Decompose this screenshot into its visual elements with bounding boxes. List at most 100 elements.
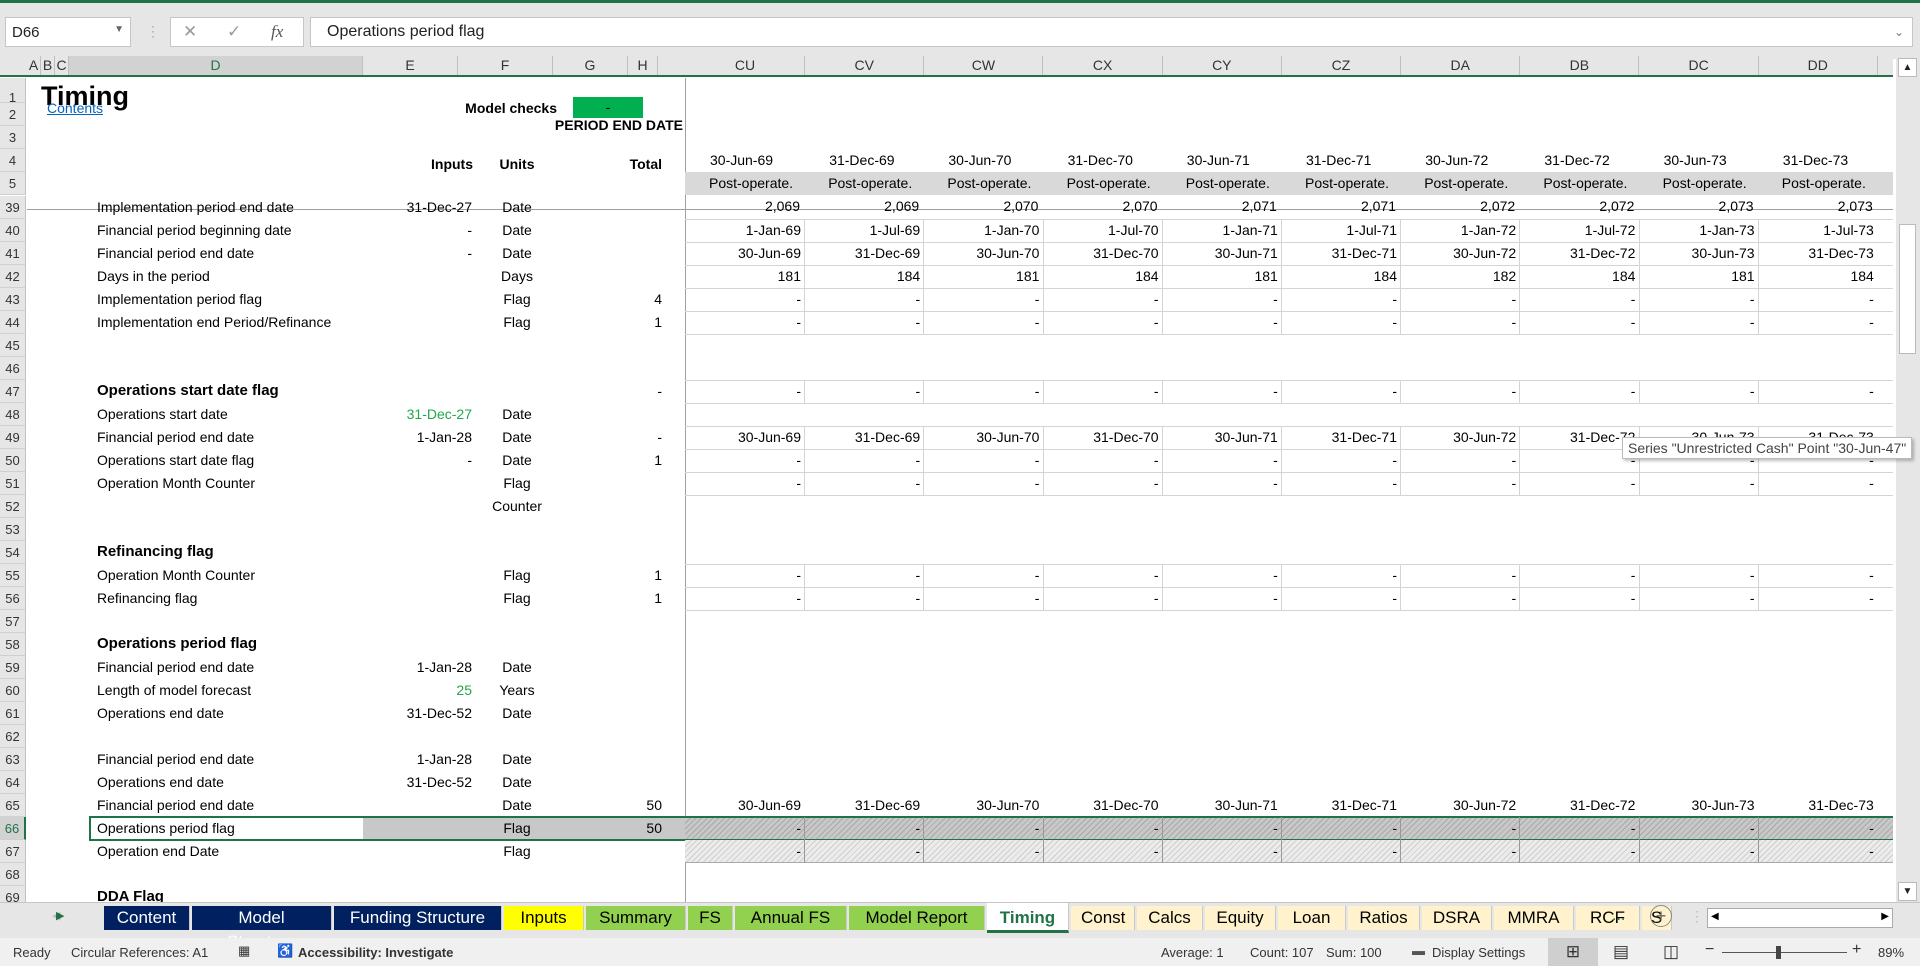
period-value[interactable]: 31-Dec-72	[1519, 426, 1635, 448]
column-header-h[interactable]: H	[628, 56, 658, 75]
sheet-tab-mmra[interactable]: MMRA	[1494, 906, 1574, 930]
period-value[interactable]: -	[1162, 449, 1278, 471]
period-value[interactable]: -	[685, 587, 801, 609]
expand-formula-icon[interactable]: ⌄	[1894, 25, 1904, 39]
period-value[interactable]: 31-Dec-73	[1758, 242, 1873, 264]
period-value[interactable]: -	[1639, 311, 1755, 333]
period-value[interactable]: -	[1400, 564, 1517, 586]
period-value[interactable]: -	[804, 564, 921, 586]
unit-value[interactable]: Date	[467, 403, 567, 425]
sheet-tab-const[interactable]: Const	[1071, 906, 1135, 930]
period-value[interactable]: -	[1043, 817, 1159, 839]
period-value[interactable]: 31-Dec-71	[1281, 242, 1397, 264]
period-value[interactable]: 31-Dec-69	[804, 794, 920, 816]
zoom-in-icon[interactable]: +	[1852, 941, 1861, 959]
grip-icon[interactable]: ⋮	[146, 23, 160, 40]
period-value[interactable]: -	[804, 587, 921, 609]
unit-value[interactable]: Flag	[467, 288, 567, 310]
period-value[interactable]: 184	[1758, 265, 1873, 287]
period-value[interactable]: -	[1281, 587, 1397, 609]
sheet-tab-timing[interactable]: Timing	[987, 903, 1069, 933]
column-header-cy[interactable]: CY	[1162, 56, 1282, 75]
period-value[interactable]: -	[685, 288, 801, 310]
period-value[interactable]: 31-Dec-69	[804, 426, 920, 448]
sheet-tab-inputs[interactable]: Inputs	[504, 906, 584, 930]
period-value[interactable]: 30-Jun-69	[685, 242, 801, 264]
period-value[interactable]: 31-Dec-71	[1281, 426, 1397, 448]
row-label[interactable]: Days in the period	[97, 265, 210, 287]
unit-value[interactable]: Date	[467, 794, 567, 816]
row-label[interactable]: Operation end Date	[97, 840, 219, 862]
row-label[interactable]: Financial period end date	[97, 794, 254, 816]
input-value[interactable]: 1-Jan-28	[367, 426, 472, 448]
period-value[interactable]: -	[923, 472, 1040, 494]
period-value[interactable]: -	[1639, 840, 1755, 862]
period-value[interactable]: -	[1758, 311, 1874, 333]
period-value[interactable]: -	[923, 817, 1040, 839]
period-value[interactable]: -	[1519, 587, 1636, 609]
add-sheet-icon[interactable]: +	[1650, 905, 1672, 927]
accessibility-icon[interactable]: ♿	[277, 943, 293, 959]
period-value[interactable]: -	[1758, 380, 1874, 402]
column-header-d[interactable]: D	[69, 56, 363, 75]
accessibility-status[interactable]: Accessibility: Investigate	[298, 945, 453, 960]
period-value[interactable]: -	[1281, 449, 1397, 471]
period-value[interactable]: -	[923, 288, 1040, 310]
period-value[interactable]: -	[685, 311, 801, 333]
unit-value[interactable]: Date	[467, 449, 567, 471]
more-sheets-indicator[interactable]: ...	[1612, 907, 1625, 925]
unit-value[interactable]: Flag	[467, 564, 567, 586]
sheet-tab-calcs[interactable]: Calcs	[1137, 906, 1203, 930]
zoom-out-icon[interactable]: −	[1705, 941, 1714, 959]
column-header-dc[interactable]: DC	[1639, 56, 1759, 75]
row-header-62[interactable]: 62	[0, 725, 26, 748]
sheet-tab-model-report[interactable]: Model Report	[849, 906, 985, 930]
row-header-48[interactable]: 48	[0, 403, 26, 426]
period-value[interactable]: 1-Jan-72	[1400, 219, 1516, 241]
period-value[interactable]: -	[1639, 472, 1755, 494]
period-value[interactable]: -	[1043, 288, 1159, 310]
row-label[interactable]: Implementation period flag	[97, 288, 262, 310]
unit-value[interactable]: Counter	[467, 495, 567, 517]
period-value[interactable]: 30-Jun-72	[1400, 242, 1516, 264]
period-value[interactable]: -	[1281, 564, 1397, 586]
period-value[interactable]: -	[1519, 449, 1636, 471]
unit-value[interactable]: Date	[467, 219, 567, 241]
period-value[interactable]: -	[1519, 472, 1636, 494]
period-value[interactable]: 30-Jun-69	[685, 794, 801, 816]
period-value[interactable]: -	[923, 587, 1040, 609]
unit-value[interactable]: Flag	[467, 840, 567, 862]
scroll-up-arrow-icon[interactable]: ▲	[1898, 58, 1917, 77]
period-value[interactable]: -	[685, 380, 801, 402]
row-header-50[interactable]: 50	[0, 449, 26, 472]
period-value[interactable]: -	[804, 472, 921, 494]
period-value[interactable]: -	[1162, 472, 1278, 494]
unit-value[interactable]: Date	[467, 242, 567, 264]
row-header-41[interactable]: 41	[0, 242, 26, 265]
column-header-cz[interactable]: CZ	[1282, 56, 1401, 75]
row-header-5[interactable]: 5	[0, 172, 26, 195]
chevron-down-icon[interactable]: ▼	[114, 24, 124, 35]
period-value[interactable]: 30-Jun-71	[1162, 794, 1278, 816]
zoom-slider-thumb[interactable]	[1776, 946, 1781, 959]
period-value[interactable]: -	[1758, 472, 1874, 494]
period-value[interactable]: -	[1519, 817, 1636, 839]
normal-view-icon[interactable]: ⊞	[1548, 938, 1598, 966]
period-value[interactable]: 30-Jun-69	[685, 426, 801, 448]
input-value[interactable]: 31-Dec-52	[367, 702, 472, 724]
row-label[interactable]: Financial period end date	[97, 748, 254, 770]
column-header-c[interactable]: C	[55, 56, 69, 75]
total-value[interactable]: 1	[567, 449, 662, 471]
period-value[interactable]: 181	[685, 265, 801, 287]
period-value[interactable]: -	[1281, 840, 1397, 862]
unit-value[interactable]: Flag	[467, 472, 567, 494]
period-value[interactable]: 31-Dec-70	[1043, 426, 1158, 448]
period-value[interactable]: 30-Jun-72	[1400, 426, 1516, 448]
sheet-tab-content[interactable]: Content	[104, 906, 190, 930]
row-header-42[interactable]: 42	[0, 265, 26, 288]
period-value[interactable]: 30-Jun-73	[1639, 242, 1755, 264]
formula-input[interactable]: Operations period flag ⌄	[310, 17, 1913, 47]
period-value[interactable]: 1-Jul-71	[1281, 219, 1397, 241]
period-value[interactable]: -	[1758, 840, 1874, 862]
cancel-icon[interactable]: ✕	[183, 22, 197, 42]
